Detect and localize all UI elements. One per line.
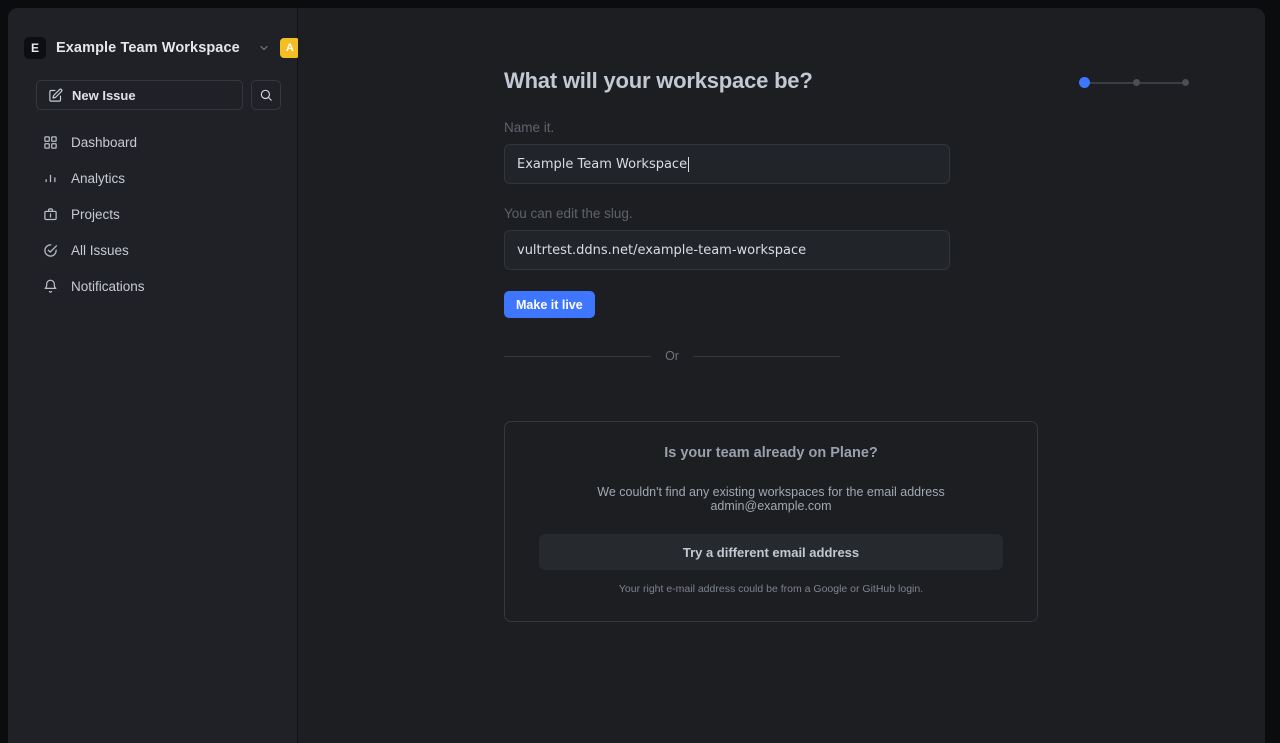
sidebar-item-analytics[interactable]: Analytics xyxy=(34,160,281,196)
chevron-down-icon[interactable] xyxy=(258,41,270,55)
sidebar-item-label: Dashboard xyxy=(71,135,137,150)
sidebar: E Example Team Workspace A xyxy=(8,8,298,743)
card-footnote: Your right e-mail address could be from … xyxy=(539,583,1003,595)
onboarding-form: What will your workspace be? Name it. Ex… xyxy=(504,68,1064,622)
or-divider: Or xyxy=(504,349,840,363)
make-it-live-button[interactable]: Make it live xyxy=(504,291,595,318)
sidebar-item-label: Projects xyxy=(71,207,120,222)
sidebar-item-label: All Issues xyxy=(71,243,129,258)
sidebar-item-label: Analytics xyxy=(71,171,125,186)
search-button[interactable] xyxy=(251,80,281,110)
sidebar-item-projects[interactable]: Projects xyxy=(34,196,281,232)
bar-chart-icon xyxy=(42,170,58,186)
bell-icon xyxy=(42,278,58,294)
workspace-slug-input[interactable]: vultrtest.ddns.net/example-team-workspac… xyxy=(504,230,950,270)
page-title: What will your workspace be? xyxy=(504,68,1064,94)
sidebar-item-all-issues[interactable]: All Issues xyxy=(34,232,281,268)
workspace-name-input[interactable]: Example Team Workspace xyxy=(504,144,950,184)
sidebar-actions: New Issue xyxy=(8,66,297,110)
divider-rule-left xyxy=(504,356,651,357)
sidebar-item-notifications[interactable]: Notifications xyxy=(34,268,281,304)
divider-rule-right xyxy=(693,356,840,357)
try-different-email-button[interactable]: Try a different email address xyxy=(539,534,1003,570)
briefcase-icon xyxy=(42,206,58,222)
divider-label: Or xyxy=(665,349,679,363)
main-content: What will your workspace be? Name it. Ex… xyxy=(298,8,1265,743)
workspace-switcher[interactable]: E Example Team Workspace A xyxy=(8,8,297,66)
text-caret xyxy=(688,157,689,172)
workspace-logo: E xyxy=(24,37,46,59)
existing-workspace-card: Is your team already on Plane? We couldn… xyxy=(504,421,1038,622)
stepper-dot-2[interactable] xyxy=(1133,79,1140,86)
card-message: We couldn't find any existing workspaces… xyxy=(539,485,1003,513)
stepper-dot-1[interactable] xyxy=(1079,77,1090,88)
stepper-line-2 xyxy=(1140,82,1183,84)
workspace-name-value: Example Team Workspace xyxy=(517,157,687,172)
avatar[interactable]: A xyxy=(280,38,300,58)
new-issue-button[interactable]: New Issue xyxy=(36,80,243,110)
grid-icon xyxy=(42,134,58,150)
slug-field-label: You can edit the slug. xyxy=(504,206,1064,221)
app-window: E Example Team Workspace A xyxy=(8,8,1265,743)
sidebar-item-label: Notifications xyxy=(71,279,145,294)
workspace-name: Example Team Workspace xyxy=(56,40,240,56)
search-icon xyxy=(259,88,273,102)
stepper-dot-3[interactable] xyxy=(1182,79,1189,86)
edit-square-icon xyxy=(48,88,63,103)
name-field-label: Name it. xyxy=(504,120,1064,135)
sidebar-nav: Dashboard Analytics xyxy=(8,110,297,304)
stepper-line-1 xyxy=(1090,82,1133,84)
card-title: Is your team already on Plane? xyxy=(539,445,1003,461)
onboarding-stepper xyxy=(1079,77,1189,88)
workspace-slug-value: vultrtest.ddns.net/example-team-workspac… xyxy=(517,243,806,258)
app-frame: E Example Team Workspace A xyxy=(0,0,1280,743)
check-circle-icon xyxy=(42,242,58,258)
new-issue-label: New Issue xyxy=(72,88,136,103)
sidebar-item-dashboard[interactable]: Dashboard xyxy=(34,124,281,160)
